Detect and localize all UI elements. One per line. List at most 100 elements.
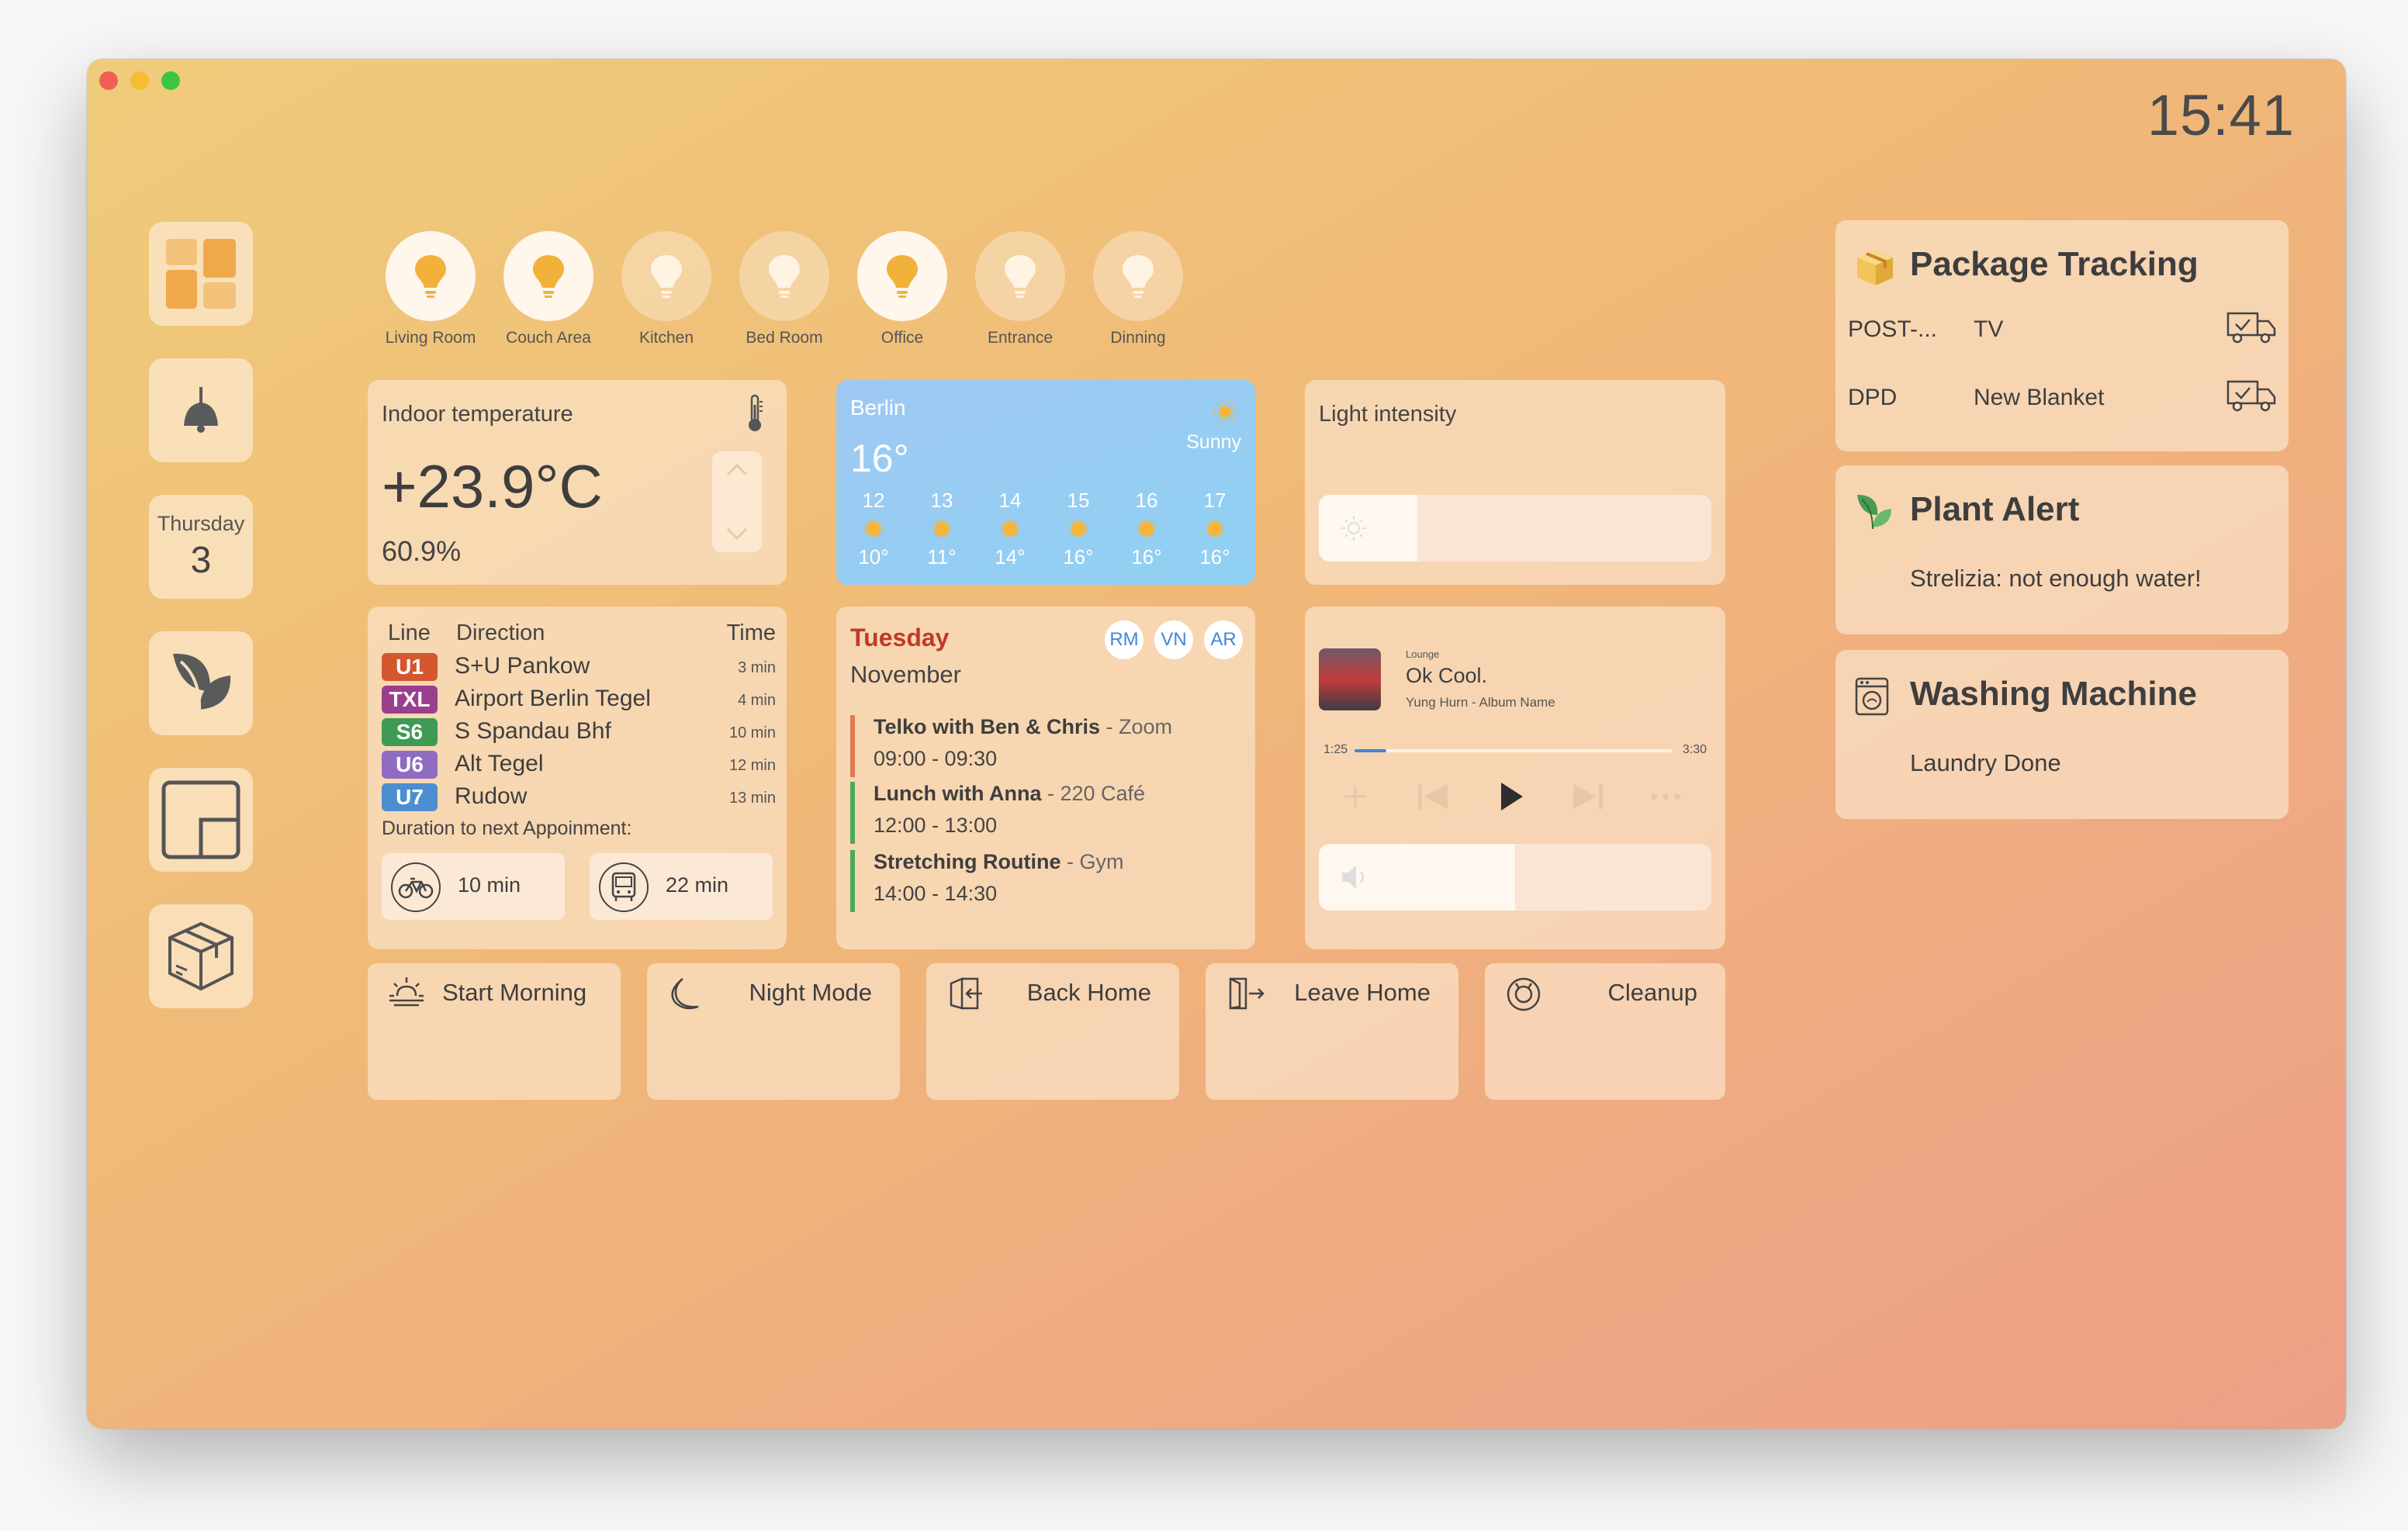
chevron-down-icon[interactable] <box>725 526 749 541</box>
playback-scrubber[interactable] <box>1354 749 1673 752</box>
package-row[interactable]: DPD New Blanket <box>1848 378 2276 417</box>
package-carrier: POST-... <box>1848 316 1938 342</box>
temperature-stepper[interactable] <box>712 451 762 552</box>
calendar-card: Tuesday November RM VN AR Telko with Ben… <box>836 607 1255 949</box>
room-toggle-bed-room[interactable]: Bed Room <box>739 231 830 347</box>
scene-night-mode[interactable]: Night Mode <box>647 963 900 1100</box>
line-badge: U7 <box>382 783 438 811</box>
package-row[interactable]: POST-... TV <box>1848 310 2276 349</box>
play-icon <box>1501 783 1523 810</box>
sidebar-item-packages[interactable] <box>149 904 253 1008</box>
minimize-window-button[interactable] <box>130 71 149 90</box>
sidebar-item-calendar[interactable]: Thursday 3 <box>149 495 253 599</box>
washing-machine-card[interactable]: Washing Machine Laundry Done <box>1835 650 2289 819</box>
weather-hour: 16 16° <box>1123 489 1170 569</box>
album-artwork[interactable] <box>1319 648 1381 710</box>
weather-card[interactable]: Berlin 16° Sunny 12 10° 13 11° 14 14° 15 16°… <box>836 380 1255 585</box>
event-time: 12:00 - 13:00 <box>874 814 998 837</box>
light-intensity-title: Light intensity <box>1319 402 1457 427</box>
room-toggle-dinning[interactable]: Dinning <box>1092 231 1184 347</box>
room-bulb[interactable] <box>1093 231 1183 321</box>
transit-row[interactable]: S6 S Spandau Bhf 10 min <box>382 717 776 746</box>
skip-forward-icon <box>1573 784 1603 809</box>
lightbulb-icon <box>887 255 918 298</box>
scene-leave-home[interactable]: Leave Home <box>1206 963 1458 1100</box>
transit-direction: Rudow <box>455 783 528 809</box>
weather-hour-label: 15 <box>1067 489 1090 512</box>
weather-temperature: 16° <box>850 437 909 480</box>
room-bulb[interactable] <box>621 231 711 321</box>
avatar[interactable]: AR <box>1204 620 1243 659</box>
bus-duration-button[interactable]: 22 min <box>590 853 773 920</box>
play-button[interactable] <box>1491 777 1530 816</box>
event-title: Lunch with Anna <box>874 782 1042 805</box>
scene-back-home[interactable]: Back Home <box>926 963 1179 1100</box>
music-category: Lounge <box>1406 648 1440 660</box>
package-box-icon <box>168 921 234 991</box>
transit-row[interactable]: U1 S+U Pankow 3 min <box>382 651 776 681</box>
moon-icon <box>671 978 699 1010</box>
transit-direction: S+U Pankow <box>455 653 590 679</box>
app-window: 15:41 Thursday 3 Living Room Couch Area … <box>87 59 2346 1429</box>
bike-duration-button[interactable]: 10 min <box>382 853 565 920</box>
avatar[interactable]: RM <box>1105 620 1143 659</box>
transit-row[interactable]: U7 Rudow 13 min <box>382 782 776 811</box>
more-button[interactable] <box>1646 777 1685 816</box>
close-window-button[interactable] <box>99 71 118 90</box>
scene-label: Start Morning <box>442 979 587 1006</box>
room-toggle-kitchen[interactable]: Kitchen <box>621 231 712 347</box>
previous-track-button[interactable] <box>1413 777 1452 816</box>
room-toggle-entrance[interactable]: Entrance <box>974 231 1066 347</box>
event-title: Telko with Ben & Chris <box>874 715 1101 738</box>
weather-city: Berlin <box>850 396 906 420</box>
volume-slider[interactable] <box>1319 844 1711 911</box>
transit-header-direction: Direction <box>456 620 545 645</box>
calendar-event[interactable]: Stretching Routine - Gym 14:00 - 14:30 <box>850 850 1238 912</box>
sidebar-item-floorplan[interactable] <box>149 768 253 872</box>
brightness-icon <box>1341 516 1366 541</box>
avatar[interactable]: VN <box>1154 620 1193 659</box>
room-bulb[interactable] <box>503 231 593 321</box>
transit-row[interactable]: U6 Alt Tegel 12 min <box>382 749 776 779</box>
transit-header-line: Line <box>388 620 431 645</box>
sidebar-item-dashboard[interactable] <box>149 222 253 326</box>
sidebar-item-lights[interactable] <box>149 358 253 462</box>
room-toggle-office[interactable]: Office <box>856 231 948 347</box>
sidebar-item-plants[interactable] <box>149 631 253 735</box>
package-carrier: DPD <box>1848 385 1898 410</box>
playback-progress <box>1354 749 1386 752</box>
song-artist: Yung Hurn - Album Name <box>1406 695 1555 710</box>
indoor-temperature-title: Indoor temperature <box>382 402 573 427</box>
chevron-up-icon[interactable] <box>725 462 749 478</box>
scene-cleanup[interactable]: Cleanup <box>1485 963 1725 1100</box>
light-intensity-slider[interactable] <box>1319 495 1711 562</box>
room-label: Kitchen <box>638 329 694 347</box>
weather-hour-label: 13 <box>930 489 953 512</box>
next-track-button[interactable] <box>1569 777 1607 816</box>
weather-hour-label: 14 <box>998 489 1022 512</box>
transit-row[interactable]: TXL Airport Berlin Tegel 4 min <box>382 684 776 714</box>
zoom-window-button[interactable] <box>161 71 180 90</box>
door-enter-icon <box>950 977 982 1010</box>
add-button[interactable] <box>1336 777 1375 816</box>
room-bulb[interactable] <box>857 231 947 321</box>
transit-direction: Alt Tegel <box>455 751 544 776</box>
room-toggle-living-room[interactable]: Living Room <box>385 231 476 347</box>
event-location: - Gym <box>1060 850 1124 873</box>
calendar-event[interactable]: Lunch with Anna - 220 Café 12:00 - 13:00 <box>850 782 1238 844</box>
package-icon <box>1857 250 1893 285</box>
room-bulb[interactable] <box>386 231 476 321</box>
plant-alert-card[interactable]: Plant Alert Strelizia: not enough water! <box>1835 465 2289 634</box>
scene-start-morning[interactable]: Start Morning <box>368 963 621 1100</box>
plant-alert-title: Plant Alert <box>1910 490 2080 528</box>
room-bulb[interactable] <box>975 231 1065 321</box>
room-toggle-couch-area[interactable]: Couch Area <box>503 231 594 347</box>
event-time: 14:00 - 14:30 <box>874 882 998 905</box>
room-lights: Living Room Couch Area Kitchen Bed Room … <box>385 231 1184 347</box>
weather-hour-temp: 11° <box>927 545 957 569</box>
room-bulb[interactable] <box>739 231 829 321</box>
song-title: Ok Cool. <box>1406 664 1488 687</box>
package-tracking-card[interactable]: Package Tracking POST-... TV DPD New Bla… <box>1835 220 2289 451</box>
calendar-event[interactable]: Telko with Ben & Chris - Zoom 09:00 - 09… <box>850 715 1238 777</box>
speaker-icon <box>1342 866 1365 889</box>
